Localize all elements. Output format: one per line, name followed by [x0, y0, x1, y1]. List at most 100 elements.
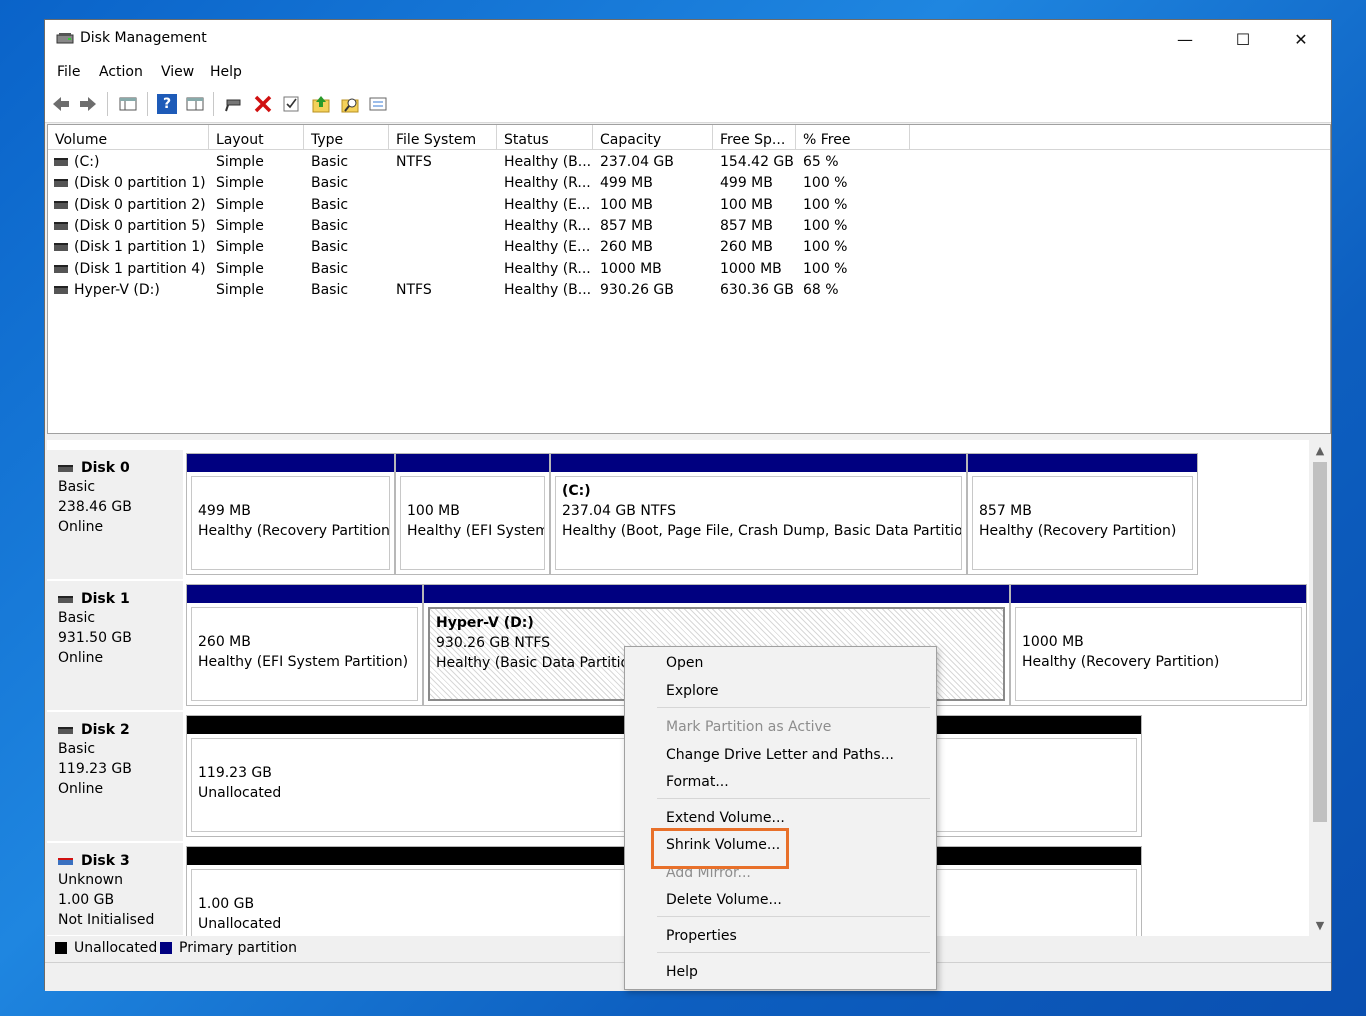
volume-cell-volume: Hyper-V (D:)	[54, 280, 160, 301]
disk-1-label[interactable]: Disk 1 Basic 931.50 GB Online	[47, 581, 183, 711]
disk-1-partition-recovery[interactable]: 1000 MB Healthy (Recovery Partition)	[1010, 584, 1307, 706]
volume-row[interactable]: (C:) Simple Basic NTFS Healthy (B... 237.04 G…	[48, 152, 1330, 173]
column-header-file-system[interactable]: File System	[389, 125, 497, 149]
menu-format[interactable]: Format...	[666, 774, 729, 790]
partition-status: Healthy (EFI System	[407, 523, 545, 539]
primary-legend-swatch	[160, 942, 172, 954]
delete-icon[interactable]	[253, 94, 273, 114]
scroll-up-icon[interactable]: ▲	[1313, 444, 1327, 457]
volume-row[interactable]: (Disk 0 partition 2) Simple Basic Healthy (…	[48, 195, 1330, 216]
volume-row[interactable]: (Disk 1 partition 1) Simple Basic Healthy (…	[48, 237, 1330, 258]
disk-map-scrollbar[interactable]: ▲ ▼	[1309, 440, 1331, 936]
volume-row[interactable]: (Disk 1 partition 4) Simple Basic Healthy (…	[48, 259, 1330, 280]
volume-cell-status: Healthy (R...	[504, 175, 591, 192]
volume-drive-icon	[54, 285, 68, 294]
context-menu: Open Explore Mark Partition as Active Ch…	[624, 646, 937, 990]
primary-partition-bar	[396, 454, 549, 472]
partition-size: 857 MB	[979, 503, 1032, 519]
window-title: Disk Management	[80, 30, 207, 46]
disk-0-partition-recovery-2[interactable]: 857 MB Healthy (Recovery Partition)	[967, 453, 1198, 575]
close-button[interactable]: ✕	[1278, 20, 1324, 58]
back-arrow-icon[interactable]	[51, 94, 71, 114]
open-folder-up-icon[interactable]	[311, 94, 331, 114]
minimize-button[interactable]: —	[1162, 20, 1208, 58]
disk-name: Disk 3	[81, 853, 130, 869]
menu-explore[interactable]: Explore	[666, 683, 719, 699]
disk-1-partition-efi[interactable]: 260 MB Healthy (EFI System Partition)	[186, 584, 423, 706]
volume-cell-free: 260 MB	[720, 239, 773, 256]
search-folder-icon[interactable]	[340, 94, 360, 114]
volume-cell-status: Healthy (R...	[504, 260, 591, 277]
menu-action[interactable]: Action	[99, 64, 143, 80]
disk-management-icon	[56, 33, 74, 44]
column-header-type[interactable]: Type	[304, 125, 389, 149]
column-header-status[interactable]: Status	[497, 125, 593, 149]
forward-arrow-icon[interactable]	[78, 94, 98, 114]
help-icon[interactable]: ?	[157, 94, 177, 114]
volume-row[interactable]: Hyper-V (D:) Simple Basic NTFS Healthy (B...…	[48, 280, 1330, 301]
menu-open[interactable]: Open	[666, 655, 703, 671]
volume-cell-type: Basic	[311, 281, 349, 298]
column-header-free-space[interactable]: Free Sp...	[713, 125, 796, 149]
menu-separator	[657, 798, 930, 799]
disk-0-partition-recovery[interactable]: 499 MB Healthy (Recovery Partition)	[186, 453, 395, 575]
menu-file[interactable]: File	[57, 64, 80, 80]
menu-delete-volume[interactable]: Delete Volume...	[666, 892, 782, 908]
properties-pane-icon[interactable]	[185, 94, 205, 114]
volume-cell-layout: Simple	[216, 154, 264, 170]
disk-size: 119.23 GB	[58, 761, 132, 777]
disk-state: Online	[58, 519, 104, 535]
volume-drive-icon	[54, 179, 68, 188]
volume-cell-pct: 65 %	[803, 154, 839, 170]
menu-view[interactable]: View	[161, 64, 194, 80]
disk-0-label[interactable]: Disk 0 Basic 238.46 GB Online	[47, 450, 183, 580]
column-header-layout[interactable]: Layout	[209, 125, 304, 149]
volume-cell-layout: Simple	[216, 239, 264, 256]
column-header-volume[interactable]: Volume	[48, 125, 209, 149]
unallocated-legend-swatch	[55, 942, 67, 954]
volume-row[interactable]: (Disk 0 partition 1) Simple Basic Healthy (…	[48, 173, 1330, 194]
scroll-down-icon[interactable]: ▼	[1313, 919, 1327, 932]
volume-name: (Disk 1 partition 4)	[74, 260, 206, 277]
menu-help[interactable]: Help	[210, 64, 242, 80]
volume-cell-type: Basic	[311, 196, 349, 213]
column-header-capacity[interactable]: Capacity	[593, 125, 713, 149]
primary-partition-bar	[968, 454, 1197, 472]
settings-list-icon[interactable]	[368, 94, 388, 114]
disk-0-partition-c[interactable]: (C:) 237.04 GB NTFS Healthy (Boot, Page Fi…	[550, 453, 967, 575]
menu-change-drive-letter[interactable]: Change Drive Letter and Paths...	[666, 747, 894, 763]
maximize-button[interactable]: ☐	[1220, 20, 1266, 58]
volume-cell-type: Basic	[311, 260, 349, 277]
disk-2-label[interactable]: Disk 2 Basic 119.23 GB Online	[47, 712, 183, 842]
volume-drive-icon	[54, 264, 68, 273]
menu-properties[interactable]: Properties	[666, 928, 737, 944]
volume-row[interactable]: (Disk 0 partition 5) Simple Basic Healthy (…	[48, 216, 1330, 237]
partition-size: 260 MB	[198, 634, 251, 650]
shrink-volume-highlight	[651, 828, 789, 869]
volume-name: (Disk 0 partition 5)	[74, 217, 206, 234]
volume-cell-pct: 100 %	[803, 175, 848, 192]
menu-help-item[interactable]: Help	[666, 964, 698, 980]
volume-cell-capacity: 237.04 GB	[600, 154, 674, 170]
menu-extend-volume[interactable]: Extend Volume...	[666, 810, 785, 826]
partition-status: Healthy (EFI System Partition)	[198, 654, 409, 670]
scrollbar-thumb[interactable]	[1313, 462, 1327, 822]
volume-cell-status: Healthy (R...	[504, 217, 591, 234]
volume-cell-type: Basic	[311, 217, 349, 234]
legend-unallocated: Unallocated	[74, 940, 158, 956]
disk-0-partition-efi[interactable]: 100 MB Healthy (EFI System	[395, 453, 550, 575]
volume-cell-pct: 100 %	[803, 196, 848, 213]
disk-type: Unknown	[58, 872, 123, 888]
primary-partition-bar	[187, 454, 394, 472]
check-icon[interactable]	[281, 94, 301, 114]
disk-type: Basic	[58, 610, 96, 626]
disk-3-label[interactable]: Disk 3 Unknown 1.00 GB Not Initialised	[47, 843, 183, 936]
column-header-percent-free[interactable]: % Free	[796, 125, 910, 149]
volume-cell-layout: Simple	[216, 175, 264, 192]
show-hide-console-tree-icon[interactable]	[118, 94, 138, 114]
volume-cell-type: Basic	[311, 154, 349, 170]
volume-cell-volume: (C:)	[54, 152, 99, 173]
connect-drive-icon[interactable]	[223, 94, 243, 114]
disk-name: Disk 1	[81, 591, 130, 607]
volume-cell-free: 630.36 GB	[720, 281, 794, 298]
